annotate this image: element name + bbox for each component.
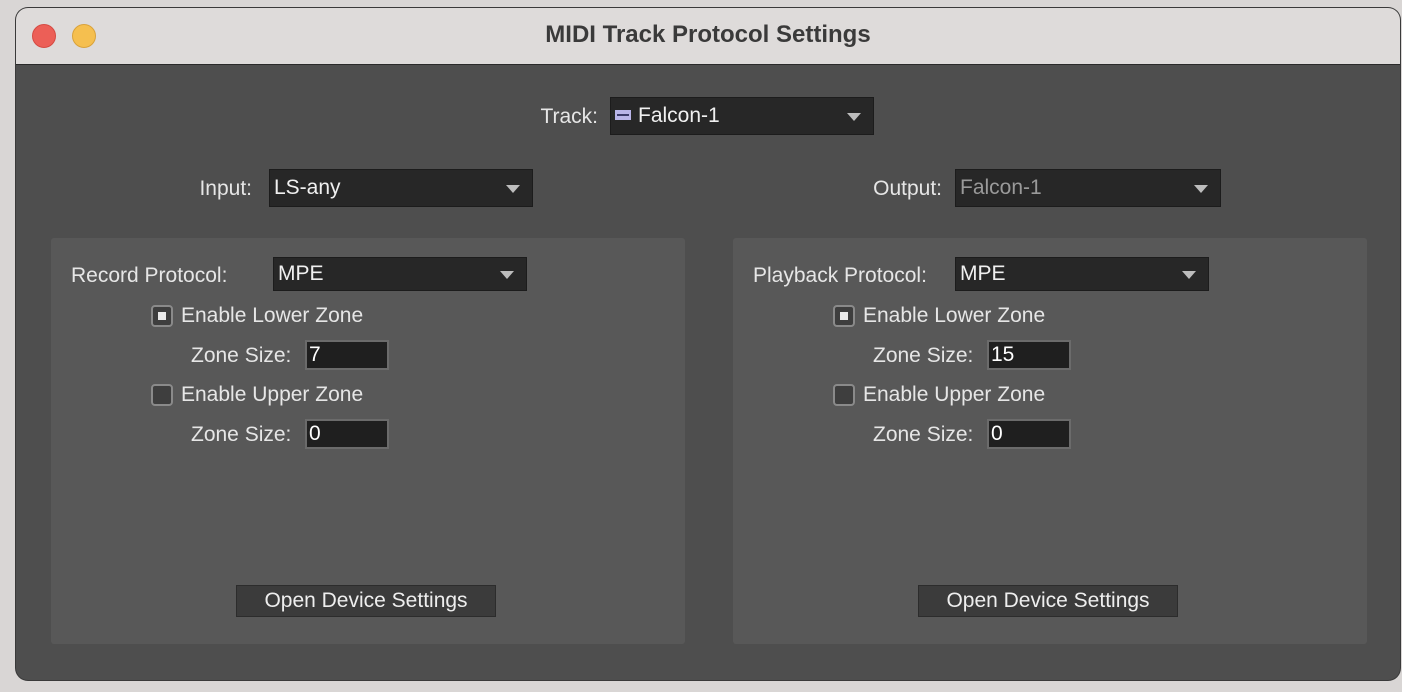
playback-protocol-value: MPE [960, 262, 1006, 285]
window-title: MIDI Track Protocol Settings [545, 21, 871, 48]
protocol-settings-window: MIDI Track Protocol Settings Track: Falc… [16, 8, 1400, 680]
record-panel: Record Protocol: MPE Enable Lower Zone Z… [51, 238, 685, 644]
record-upper-zone-checkbox[interactable] [151, 384, 173, 406]
output-label: Output: [873, 177, 942, 200]
playback-upper-zone-size-input[interactable]: 0 [987, 419, 1071, 449]
playback-upper-zone-size-label: Zone Size: [873, 423, 974, 446]
output-dropdown: Falcon-1 [955, 169, 1221, 207]
output-dropdown-value: Falcon-1 [960, 176, 1042, 199]
record-protocol-value: MPE [278, 262, 324, 285]
record-lower-zone-checkbox[interactable] [151, 305, 173, 327]
record-open-device-settings-button[interactable]: Open Device Settings [236, 585, 496, 617]
chevron-down-icon [847, 113, 861, 121]
chevron-down-icon [506, 185, 520, 193]
chevron-down-icon [500, 271, 514, 279]
playback-lower-zone-size-label: Zone Size: [873, 344, 974, 367]
playback-lower-zone-label: Enable Lower Zone [863, 304, 1046, 327]
input-label: Input: [199, 177, 252, 200]
record-lower-zone-size-label: Zone Size: [191, 344, 292, 367]
playback-lower-zone-size-input[interactable]: 15 [987, 340, 1071, 370]
playback-open-device-settings-button[interactable]: Open Device Settings [918, 585, 1178, 617]
title-bar[interactable]: MIDI Track Protocol Settings [16, 8, 1400, 65]
midi-track-icon [615, 109, 631, 120]
track-label: Track: [540, 105, 598, 128]
record-protocol-dropdown[interactable]: MPE [273, 257, 527, 291]
playback-protocol-dropdown[interactable]: MPE [955, 257, 1209, 291]
playback-upper-zone-label: Enable Upper Zone [863, 383, 1046, 406]
record-upper-zone-label: Enable Upper Zone [181, 383, 364, 406]
record-lower-zone-size-input[interactable]: 7 [305, 340, 389, 370]
input-dropdown[interactable]: LS-any [269, 169, 533, 207]
chevron-down-icon [1182, 271, 1196, 279]
playback-upper-zone-checkbox[interactable] [833, 384, 855, 406]
track-dropdown[interactable]: Falcon-1 [610, 97, 874, 135]
input-dropdown-value: LS-any [274, 176, 341, 199]
playback-panel: Playback Protocol: MPE Enable Lower Zone… [733, 238, 1367, 644]
playback-protocol-label: Playback Protocol: [753, 264, 927, 287]
playback-lower-zone-checkbox[interactable] [833, 305, 855, 327]
record-upper-zone-size-label: Zone Size: [191, 423, 292, 446]
record-upper-zone-size-input[interactable]: 0 [305, 419, 389, 449]
record-lower-zone-label: Enable Lower Zone [181, 304, 364, 327]
chevron-down-icon [1194, 185, 1208, 193]
record-protocol-label: Record Protocol: [71, 264, 228, 287]
track-dropdown-value: Falcon-1 [638, 104, 720, 127]
